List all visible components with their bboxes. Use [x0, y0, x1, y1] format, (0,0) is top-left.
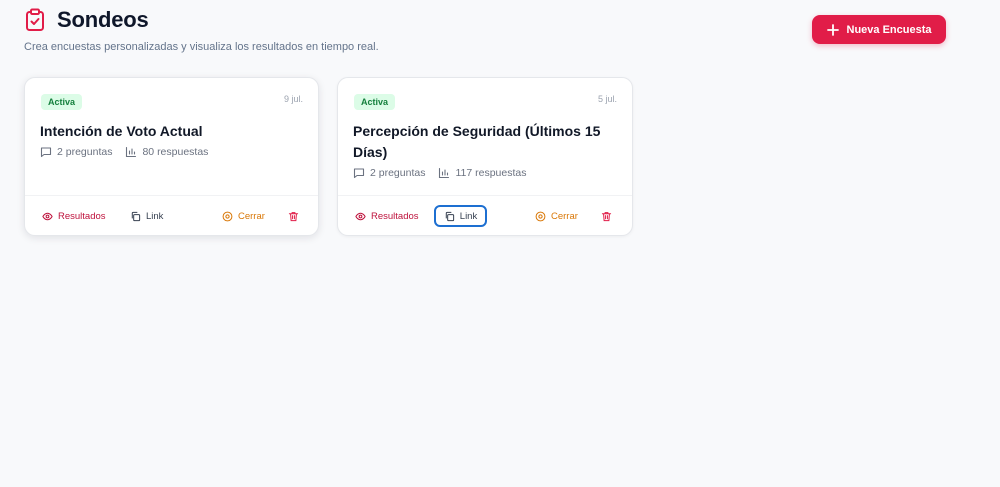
results-label: Resultados — [58, 210, 106, 222]
plus-icon — [826, 23, 839, 36]
new-survey-button[interactable]: Nueva Encuesta — [812, 15, 946, 44]
stop-circle-icon — [222, 211, 233, 221]
close-label: Cerrar — [551, 210, 578, 222]
trash-icon — [601, 211, 612, 221]
delete-button[interactable] — [601, 205, 617, 227]
bar-chart-icon — [439, 167, 450, 179]
link-label: Link — [459, 210, 478, 222]
card-divider — [25, 195, 318, 196]
survey-meta: 2 preguntas 80 respuestas — [40, 146, 221, 158]
results-button[interactable]: Resultados — [355, 205, 419, 227]
questions-count-label: 2 preguntas — [370, 167, 426, 179]
close-survey-button[interactable]: Cerrar — [535, 205, 578, 227]
card-actions: Resultados Link Cerrar — [338, 205, 632, 227]
trash-icon — [288, 211, 299, 221]
responses-count: 80 respuestas — [125, 146, 208, 158]
responses-count-label: 117 respuestas — [455, 167, 527, 179]
page: Sondeos Crea encuestas personalizadas y … — [0, 0, 1000, 487]
questions-count-label: 2 preguntas — [57, 146, 113, 158]
results-button[interactable]: Resultados — [42, 205, 106, 227]
bar-chart-icon — [126, 146, 137, 158]
survey-date: 5 jul. — [597, 94, 617, 104]
close-survey-button[interactable]: Cerrar — [222, 205, 265, 227]
survey-title: Percepción de Seguridad (Últimos 15 Días… — [353, 123, 601, 160]
clipboard-check-icon — [24, 8, 46, 32]
page-title: Sondeos — [57, 7, 149, 32]
survey-title: Intención de Voto Actual — [40, 123, 203, 139]
questions-count: 2 preguntas — [353, 167, 425, 179]
survey-date: 9 jul. — [283, 94, 303, 104]
close-label: Cerrar — [238, 210, 265, 222]
message-square-icon — [40, 147, 52, 158]
message-square-icon — [353, 168, 365, 179]
eye-icon — [42, 212, 53, 220]
link-label: Link — [146, 210, 164, 222]
results-label: Resultados — [371, 210, 419, 222]
eye-icon — [355, 212, 366, 220]
copy-link-button[interactable]: Link — [434, 205, 487, 227]
title-row: Sondeos — [24, 6, 379, 34]
page-subtitle: Crea encuestas personalizadas y visualiz… — [24, 41, 379, 53]
copy-link-button[interactable]: Link — [126, 205, 167, 227]
survey-meta: 2 preguntas 117 respuestas — [353, 167, 540, 179]
survey-card: Activa 9 jul. Intención de Voto Actual 2… — [24, 77, 319, 236]
responses-count-label: 80 respuestas — [142, 146, 209, 158]
card-actions: Resultados Link Cerrar — [25, 205, 318, 227]
status-badge: Activa — [41, 94, 83, 110]
copy-icon — [131, 211, 141, 221]
card-divider — [338, 195, 632, 196]
status-badge: Activa — [354, 94, 396, 110]
survey-card: Activa 5 jul. Percepción de Seguridad (Ú… — [337, 77, 633, 236]
stop-circle-icon — [535, 211, 546, 221]
page-header: Sondeos Crea encuestas personalizadas y … — [24, 6, 379, 53]
delete-button[interactable] — [288, 205, 304, 227]
copy-icon — [445, 211, 454, 221]
responses-count: 117 respuestas — [438, 167, 527, 179]
new-survey-label: Nueva Encuesta — [846, 23, 932, 36]
questions-count: 2 preguntas — [40, 146, 112, 158]
